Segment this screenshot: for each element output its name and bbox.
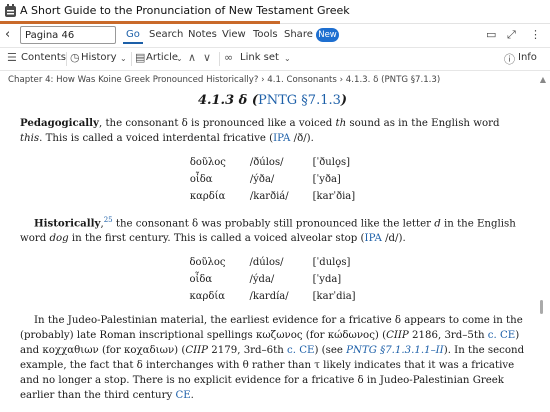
example-table-fricative: δοῦλος/ðúlos/[ˈðulo̞s] οἶδα/ýða/[ˈyða] κ… xyxy=(178,154,367,205)
next-arrow-icon[interactable]: ∨ xyxy=(203,51,211,64)
tab-search[interactable]: Search xyxy=(149,29,183,40)
contents-button[interactable]: Contents xyxy=(21,52,66,63)
table-row: οἶδα/ýda/[ˈyda] xyxy=(189,274,342,286)
table-row: οἶδα/ýða/[ˈyða] xyxy=(189,174,341,185)
ce-link[interactable]: c. CE xyxy=(287,345,314,356)
active-tab-indicator xyxy=(123,42,143,44)
table-row: δοῦλος/ðúlos/[ˈðulo̞s] xyxy=(189,157,351,168)
ce-link[interactable]: CE xyxy=(175,390,190,401)
sidebar-toggle-icon[interactable]: ▭ xyxy=(486,28,496,41)
new-badge: New xyxy=(316,28,339,42)
tab-view[interactable]: View xyxy=(222,29,246,40)
scroll-up-icon[interactable]: ▲ xyxy=(540,75,546,84)
table-row: δοῦλος/dúlos/[ˈdulo̞s] xyxy=(189,257,351,269)
info-icon[interactable]: ⓘ xyxy=(504,51,515,67)
chevron-down-icon[interactable]: ⌄ xyxy=(176,54,183,63)
contents-icon[interactable]: ☰ xyxy=(7,51,17,64)
window-title: A Short Guide to the Pronunciation of Ne… xyxy=(20,4,350,17)
previous-arrow-icon[interactable]: ∧ xyxy=(188,51,196,64)
article-button[interactable]: Article xyxy=(146,52,178,63)
back-arrow-icon[interactable]: ‹ xyxy=(5,27,10,42)
app-logo-icon xyxy=(5,4,16,17)
reference-toolbar: ‹ Go Search Notes View Tools Share New ▭… xyxy=(0,24,550,47)
footnote-link[interactable]: 25 xyxy=(104,216,113,224)
chevron-down-icon[interactable]: ⌄ xyxy=(284,54,291,63)
divider xyxy=(66,52,67,66)
divider xyxy=(219,52,220,66)
scrollbar-thumb[interactable] xyxy=(540,300,543,314)
link-icon[interactable]: ∞ xyxy=(224,51,233,64)
table-row: καρδία/karðiá/[karˈðia] xyxy=(189,191,356,202)
example-table-stop: δοῦλος/dúlos/[ˈdulo̞s] οἶδα/ýda/[ˈyda] κ… xyxy=(177,254,367,305)
reference-input[interactable] xyxy=(20,26,116,44)
history-icon[interactable]: ◷ xyxy=(70,51,80,64)
article-content: 4.1.3 δ (PNTG §7.1.3) Pedagogically, the… xyxy=(20,93,525,411)
tab-notes[interactable]: Notes xyxy=(188,29,217,40)
breadcrumb[interactable]: Chapter 4: How Was Koine Greek Pronounce… xyxy=(8,75,440,85)
history-button[interactable]: History xyxy=(81,52,117,63)
tab-go[interactable]: Go xyxy=(126,29,140,40)
pntg-link[interactable]: PNTG §7.1.3 xyxy=(258,93,341,108)
table-row: καρδία/kardía/[karˈdia] xyxy=(189,291,356,303)
paragraph-historically: Historically,25 the consonant δ was prob… xyxy=(20,216,516,245)
article-icon[interactable]: ▤ xyxy=(135,51,145,64)
tab-share[interactable]: Share xyxy=(284,29,313,40)
pntg-reference-link[interactable]: PNTG §7.1.3.1.1–II xyxy=(346,345,444,356)
divider xyxy=(131,52,132,66)
tab-tools[interactable]: Tools xyxy=(253,29,278,40)
info-button[interactable]: Info xyxy=(518,52,537,63)
expand-icon[interactable]: ⤢ xyxy=(507,28,516,42)
title-bar: A Short Guide to the Pronunciation of Ne… xyxy=(0,0,550,24)
more-icon[interactable]: ⋮ xyxy=(530,28,541,41)
section-heading: 4.1.3 δ (PNTG §7.1.3) xyxy=(197,93,348,108)
paragraph-judeo-palestinian: In the Judeo-Palestinian material, the e… xyxy=(20,315,525,402)
ipa-link[interactable]: IPA xyxy=(273,133,290,144)
link-set-button[interactable]: Link set xyxy=(240,52,279,63)
chevron-down-icon[interactable]: ⌄ xyxy=(120,54,127,63)
ipa-link[interactable]: IPA xyxy=(365,233,382,244)
paragraph-pedagogically: Pedagogically, the consonant δ is pronou… xyxy=(20,117,500,144)
ce-link[interactable]: c. CE xyxy=(488,330,515,341)
panel-toolbar: ☰ Contents ◷ History ⌄ ▤ Article ⌄ ∧ ∨ ∞… xyxy=(0,47,550,71)
